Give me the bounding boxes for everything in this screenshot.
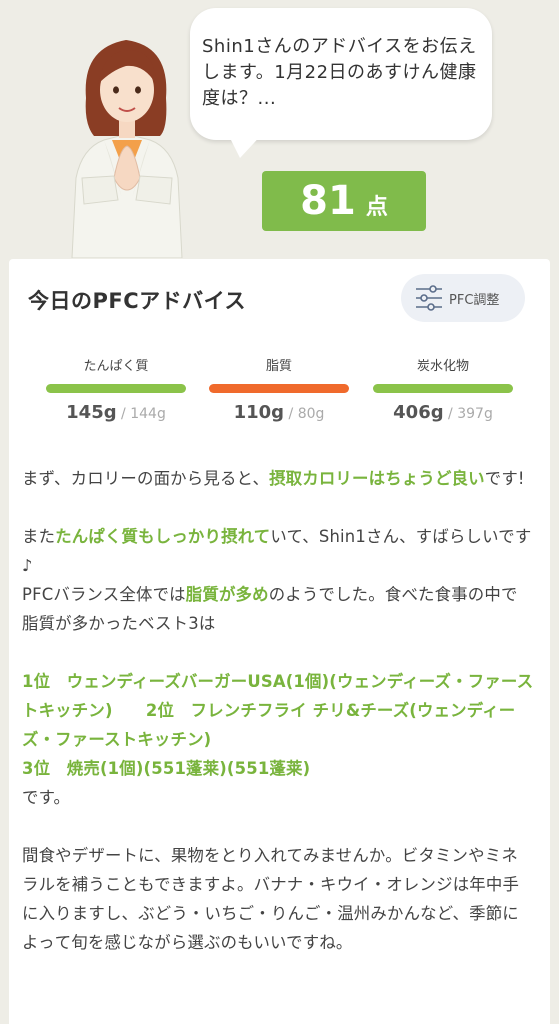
nutrient-values: 145g / 144g [46, 402, 186, 423]
advisor-illustration [71, 40, 183, 258]
advice-text-span: です! [484, 469, 525, 488]
nutrient-value: 406g [393, 402, 444, 423]
score-unit: 点 [365, 195, 388, 220]
card-title: 今日のPFCアドバイス [28, 289, 247, 313]
nutrient-target: 80g [297, 406, 325, 422]
pfc-adjust-button[interactable]: PFC調整 [401, 274, 525, 322]
nutrient-value: 145g [66, 402, 117, 423]
score-value: 81 [300, 178, 356, 224]
pfc-advice-card: 今日のPFCアドバイス PFC調整 たんぱく質 145g / 144g 脂質 1… [9, 259, 550, 1024]
nutrient-bar [209, 384, 349, 393]
nutrient-values: 406g / 397g [373, 402, 513, 423]
sliders-icon [416, 285, 442, 311]
nutrient-label: 脂質 [265, 359, 292, 374]
advice-highlight: 摂取カロリーはちょうど良い [269, 469, 485, 488]
advice-paragraph: です。 [22, 788, 71, 807]
advice-highlight: 脂質が多め [185, 585, 269, 604]
nutrient-bar [46, 384, 186, 393]
nutrient-values: 110g / 80g [209, 402, 349, 423]
advice-text-span: PFCバランス全体では [22, 585, 186, 604]
advice-text-span: まず、カロリーの面から見ると、 [22, 469, 270, 488]
nutrient-target: 397g [457, 406, 493, 422]
speech-bubble: Shin1さんのアドバイスをお伝えします。1月22日のあすけん健康度は？... [190, 8, 492, 140]
advice-highlight: たんぱく質もしっかり摂れて [55, 527, 271, 546]
nutrient-label: 炭水化物 [416, 359, 469, 374]
nutrient-separator: / [443, 406, 458, 422]
nutrient-separator: / [116, 406, 131, 422]
nutrient-label: たんぱく質 [83, 359, 149, 374]
fat-ranking-3: 3位 焼売(1個)(551蓬莱)(551蓬莱) [22, 754, 534, 783]
advice-text: まず、カロリーの面から見ると、摂取カロリーはちょうど良いです! またたんぱく質も… [22, 464, 534, 957]
advice-text-span: また [22, 527, 56, 546]
advice-paragraph: まず、カロリーの面から見ると、摂取カロリーはちょうど良いです! [22, 464, 534, 493]
fat-ranking: 1位 ウェンディーズバーガーUSA(1個)(ウェンディーズ・ファーストキッチン)… [22, 667, 534, 754]
pfc-adjust-label: PFC調整 [449, 292, 500, 308]
nutrient-separator: / [284, 406, 298, 422]
speech-bubble-tail [226, 130, 266, 158]
nutrient-protein: たんぱく質 145g / 144g [46, 355, 186, 423]
advice-paragraph: またたんぱく質もしっかり摂れていて、Shin1さん、すばらしいです♪ [22, 522, 534, 580]
advice-paragraph: 間食やデザートに、果物をとり入れてみませんか。ビタミンやミネラルを補うこともでき… [22, 846, 520, 952]
screen: Shin1さんのアドバイスをお伝えします。1月22日のあすけん健康度は？... … [0, 0, 559, 1024]
nutrient-fat: 脂質 110g / 80g [209, 355, 349, 423]
bubble-text: Shin1さんのアドバイスをお伝えします。1月22日のあすけん健康度は？... [202, 36, 477, 109]
nutrient-bar [373, 384, 513, 393]
advice-paragraph: PFCバランス全体では脂質が多めのようでした。食べた食事の中で脂質が多かったベス… [22, 580, 534, 638]
nutrient-carbs: 炭水化物 406g / 397g [373, 355, 513, 423]
health-score-badge: 81 点 [262, 171, 426, 231]
nutrient-target: 144g [130, 406, 166, 422]
ranking-item: 3位 焼売(1個)(551蓬莱)(551蓬莱) [22, 759, 311, 778]
nutrient-value: 110g [233, 402, 285, 423]
